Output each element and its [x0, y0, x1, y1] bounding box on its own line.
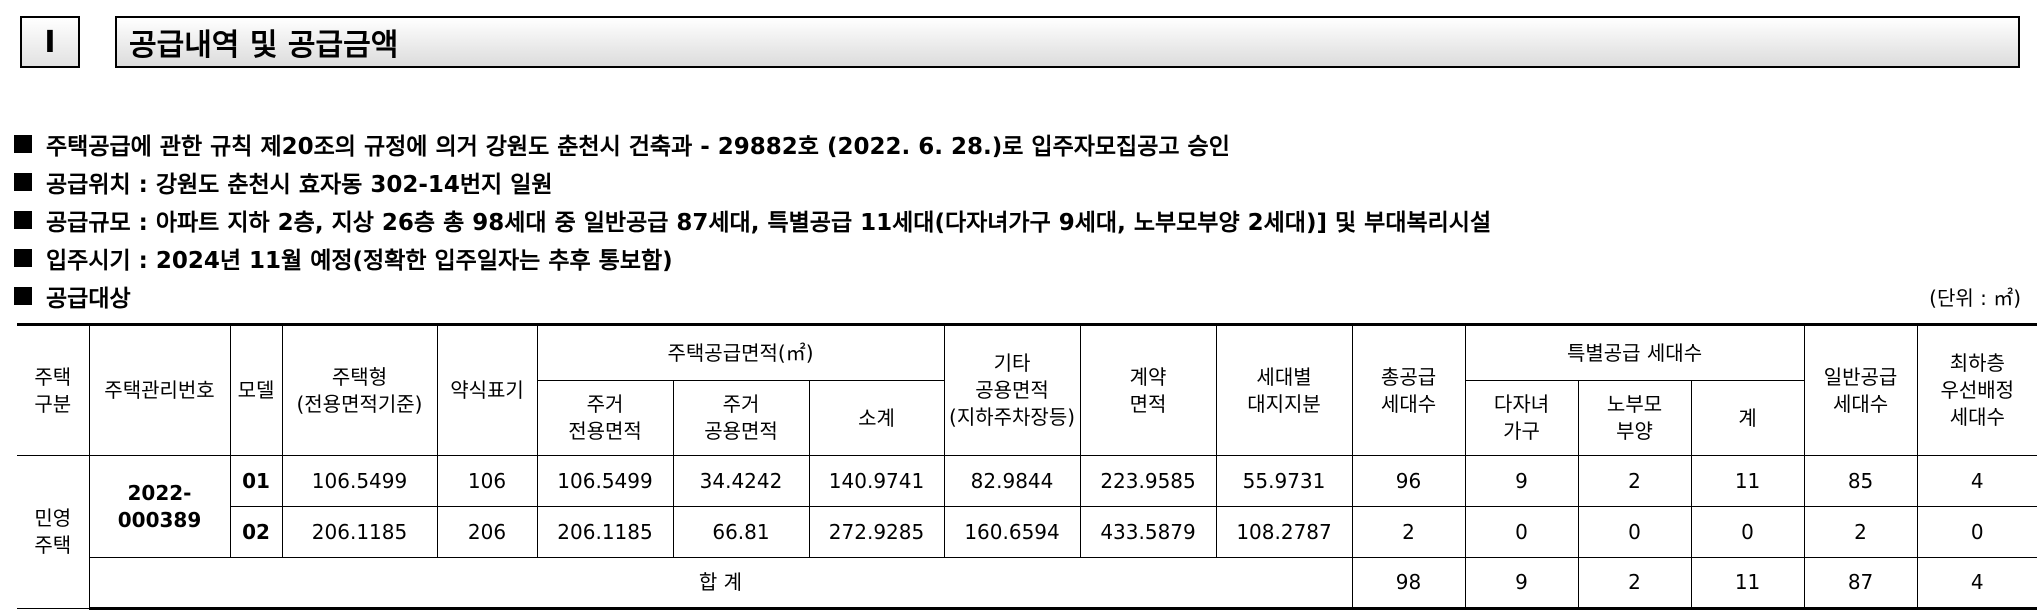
cell-general: 2	[1803, 506, 1918, 558]
bullet-text: 입주시기 : 2024년 11월 예정(정확한 입주일자는 추후 통보함)	[46, 248, 673, 274]
cell-exclusive: 106.5499	[536, 455, 674, 507]
cell-abbrev: 106	[436, 455, 538, 507]
cell-abbrev: 206	[436, 506, 538, 558]
bullet-location: 공급위치 : 강원도 춘천시 효자동 302-14번지 일원	[14, 165, 553, 199]
cell-multi: 9	[1464, 455, 1579, 507]
cell-total: 98	[1351, 557, 1466, 610]
square-bullet-icon	[14, 211, 32, 229]
cell-general: 87	[1803, 557, 1918, 610]
cell-contract: 433.5879	[1079, 506, 1217, 558]
cell-lowest: 0	[1916, 506, 2038, 558]
header-total-supply: 총공급 세대수	[1351, 323, 1466, 456]
bullet-text: 공급대상	[46, 286, 131, 312]
bullet-scale: 공급규모 : 아파트 지하 2층, 지상 26층 총 98세대 중 일반공급 8…	[14, 203, 1491, 237]
header-model: 모델	[229, 323, 283, 456]
square-bullet-icon	[14, 173, 32, 191]
cell-common: 34.4242	[672, 455, 810, 507]
cell-sum-label: 합 계	[88, 557, 1353, 610]
header-common-area: 주거 공용면적	[672, 380, 810, 456]
cell-category: 민영 주택	[17, 455, 90, 609]
cell-total: 96	[1351, 455, 1466, 507]
unit-label: (단위 : ㎡)	[1929, 286, 2021, 310]
cell-elder: 0	[1577, 506, 1692, 558]
cell-type: 206.1185	[281, 506, 438, 558]
cell-special-sum: 0	[1690, 506, 1805, 558]
bullet-text: 주택공급에 관한 규칙 제20조의 규정에 의거 강원도 춘천시 건축과 - 2…	[46, 134, 1230, 160]
bullet-target: 공급대상	[14, 279, 131, 313]
header-housing-size: 주택형 (전용면적기준)	[281, 323, 438, 456]
supply-table: 주택 구분 주택관리번호 모델 주택형 (전용면적기준) 약식표기 주택공급면적(㎡…	[17, 323, 2038, 610]
cell-multi: 0	[1464, 506, 1579, 558]
cell-other: 82.9844	[943, 455, 1081, 507]
cell-special-sum: 11	[1690, 455, 1805, 507]
bullet-text: 공급위치 : 강원도 춘천시 효자동 302-14번지 일원	[46, 172, 553, 198]
square-bullet-icon	[14, 135, 32, 153]
bullet-move-in: 입주시기 : 2024년 11월 예정(정확한 입주일자는 추후 통보함)	[14, 241, 673, 275]
cell-general: 85	[1803, 455, 1918, 507]
cell-subtotal: 140.9741	[808, 455, 945, 507]
header-general-supply: 일반공급 세대수	[1803, 323, 1918, 456]
header-subtotal: 소계	[808, 380, 945, 456]
header-other-common: 기타 공용면적 (지하주차장등)	[943, 323, 1081, 456]
header-abbrev: 약식표기	[436, 323, 538, 456]
cell-land: 55.9731	[1215, 455, 1353, 507]
cell-lowest: 4	[1916, 557, 2038, 610]
section-title: 공급내역 및 공급금액	[115, 16, 2020, 68]
table-sum-row: 합 계 98 9 2 11 87 4	[17, 557, 2038, 610]
cell-mgmt-no: 2022-000389	[88, 455, 231, 558]
cell-model: 01	[229, 455, 283, 507]
cell-special-sum: 11	[1690, 557, 1805, 610]
header-multi-child: 다자녀 가구	[1464, 380, 1579, 456]
table-row: 02 206.1185 206 206.1185 66.81 272.9285 …	[17, 506, 2038, 558]
cell-land: 108.2787	[1215, 506, 1353, 558]
header-exclusive-area: 주거 전용면적	[536, 380, 674, 456]
cell-multi: 9	[1464, 557, 1579, 610]
cell-exclusive: 206.1185	[536, 506, 674, 558]
cell-subtotal: 272.9285	[808, 506, 945, 558]
header-mgmt-no: 주택관리번호	[88, 323, 231, 456]
header-lowest-floor: 최하층 우선배정 세대수	[1916, 323, 2038, 456]
header-supply-area: 주택공급면적(㎡)	[536, 323, 945, 381]
bullet-approval: 주택공급에 관한 규칙 제20조의 규정에 의거 강원도 춘천시 건축과 - 2…	[14, 127, 1230, 161]
square-bullet-icon	[14, 249, 32, 267]
section-number: I	[20, 16, 80, 68]
header-housing-type: 주택 구분	[17, 323, 90, 456]
cell-other: 160.6594	[943, 506, 1081, 558]
header-land-share: 세대별 대지지분	[1215, 323, 1353, 456]
header-special-supply: 특별공급 세대수	[1464, 323, 1805, 381]
header-contract-area: 계약 면적	[1079, 323, 1217, 456]
cell-total: 2	[1351, 506, 1466, 558]
header-special-sum: 계	[1690, 380, 1805, 456]
cell-contract: 223.9585	[1079, 455, 1217, 507]
square-bullet-icon	[14, 287, 32, 305]
table-row: 민영 주택 2022-000389 01 106.5499 106 106.549…	[17, 455, 2038, 609]
cell-model: 02	[229, 506, 283, 558]
cell-elder: 2	[1577, 455, 1692, 507]
cell-type: 106.5499	[281, 455, 438, 507]
page: I 공급내역 및 공급금액 주택공급에 관한 규칙 제20조의 규정에 의거 강…	[0, 0, 2043, 616]
cell-elder: 2	[1577, 557, 1692, 610]
bullet-text: 공급규모 : 아파트 지하 2층, 지상 26층 총 98세대 중 일반공급 8…	[46, 210, 1492, 236]
cell-common: 66.81	[672, 506, 810, 558]
cell-lowest: 4	[1916, 455, 2038, 507]
header-elderly-parent: 노부모 부양	[1577, 380, 1692, 456]
